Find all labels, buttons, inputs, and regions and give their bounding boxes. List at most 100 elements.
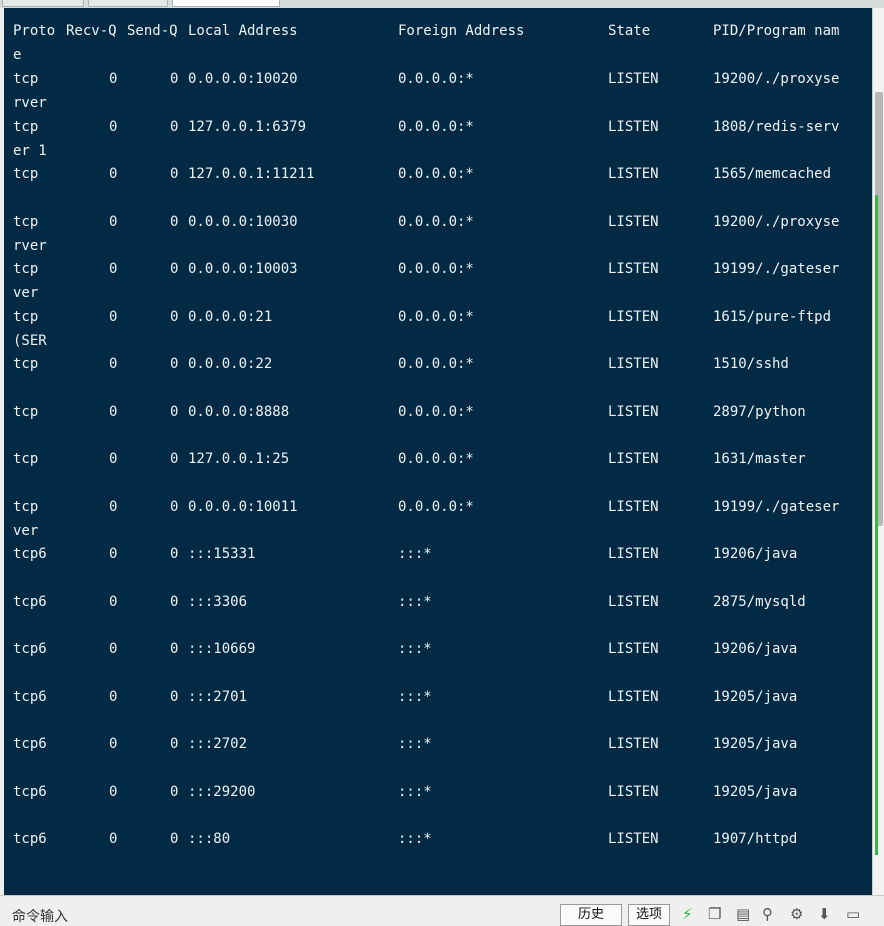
options-button[interactable]: 选项 [628, 904, 670, 926]
cell-local: :::29200 [188, 783, 256, 800]
header-pid: PID/Program nam [713, 23, 840, 39]
cell-foreign: :::* [398, 688, 432, 705]
cell-local: :::10669 [188, 641, 256, 657]
cell-state: LISTEN [608, 783, 659, 800]
cell-sendq: 0 [170, 736, 179, 752]
row-wrap: ver [13, 522, 39, 539]
header-wrap: e [13, 47, 22, 63]
cell-sendq: 0 [170, 546, 179, 562]
cell-foreign: :::* [398, 831, 432, 847]
cell-proto: tcp [13, 71, 39, 87]
cell-recvq: 0 [109, 736, 118, 752]
cell-pid: 19199/./gateser [713, 261, 840, 277]
cell-foreign: 0.0.0.0:* [398, 261, 474, 277]
cell-pid: 2875/mysqld [713, 593, 806, 610]
cell-proto: tcp [13, 308, 39, 325]
cell-proto: tcp [13, 498, 39, 515]
paste-icon[interactable]: ▤ [736, 905, 750, 923]
cell-proto: tcp6 [13, 783, 47, 800]
row-wrap: er 1 [13, 142, 47, 159]
cell-local: 0.0.0.0:10011 [188, 498, 298, 515]
cell-sendq: 0 [170, 451, 179, 467]
cell-state: LISTEN [608, 118, 659, 135]
cell-pid: 19205/java [713, 783, 798, 800]
history-button[interactable]: 历史 [560, 904, 622, 926]
header-local: Local Address [188, 23, 298, 39]
cell-proto: tcp [13, 213, 39, 230]
cell-local: 0.0.0.0:10003 [188, 261, 298, 277]
window-icon[interactable]: ▭ [846, 905, 860, 923]
cell-state: LISTEN [608, 451, 659, 467]
cell-state: LISTEN [608, 166, 659, 182]
copy-icon[interactable]: ❐ [708, 905, 721, 923]
cell-local: 0.0.0.0:8888 [188, 403, 290, 420]
cell-sendq: 0 [170, 71, 179, 87]
cell-state: LISTEN [608, 403, 659, 420]
terminal-output[interactable]: Proto Recv-Q Send-Q Local Address Foreig… [4, 8, 872, 895]
cell-local: 127.0.0.1:25 [188, 451, 290, 467]
scrollbar[interactable] [872, 8, 884, 895]
cell-recvq: 0 [109, 403, 118, 420]
tab-1[interactable] [2, 0, 84, 7]
cell-sendq: 0 [170, 356, 179, 372]
cell-local: :::2702 [188, 736, 248, 752]
cell-recvq: 0 [109, 688, 118, 705]
cell-recvq: 0 [109, 166, 118, 182]
cell-state: LISTEN [608, 261, 659, 277]
row-wrap: (SER [13, 332, 47, 349]
cell-pid: 1907/httpd [713, 831, 798, 847]
cell-pid: 19206/java [713, 546, 798, 562]
cell-pid: 19199/./gateser [713, 498, 840, 515]
command-input-label[interactable]: 命令输入 [12, 906, 68, 926]
tab-2[interactable] [88, 0, 168, 7]
cell-sendq: 0 [170, 783, 179, 800]
cell-state: LISTEN [608, 546, 659, 562]
cell-sendq: 0 [170, 118, 179, 135]
cell-recvq: 0 [109, 451, 118, 467]
cell-foreign: :::* [398, 736, 432, 752]
cell-local: :::3306 [188, 593, 248, 610]
cell-pid: 1631/master [713, 451, 806, 467]
cell-sendq: 0 [170, 688, 179, 705]
cell-recvq: 0 [109, 308, 118, 325]
cell-local: :::2701 [188, 688, 248, 705]
cell-pid: 19200/./proxyse [713, 71, 840, 87]
cell-pid: 2897/python [713, 403, 806, 420]
header-sendq: Send-Q [127, 23, 178, 39]
cell-proto: tcp6 [13, 688, 47, 705]
cell-state: LISTEN [608, 641, 659, 657]
cell-local: :::15331 [188, 546, 256, 562]
cell-sendq: 0 [170, 593, 179, 610]
cell-foreign: 0.0.0.0:* [398, 451, 474, 467]
cell-local: 127.0.0.1:11211 [188, 166, 315, 182]
header-proto: Proto [13, 23, 56, 39]
cell-foreign: :::* [398, 593, 432, 610]
cell-foreign: :::* [398, 641, 432, 657]
cell-foreign: :::* [398, 783, 432, 800]
gear-icon[interactable]: ⚙ [790, 905, 803, 923]
cell-sendq: 0 [170, 498, 179, 515]
cell-sendq: 0 [170, 166, 179, 182]
cell-proto: tcp [13, 356, 39, 372]
cell-proto: tcp [13, 451, 39, 467]
cell-sendq: 0 [170, 308, 179, 325]
cell-recvq: 0 [109, 641, 118, 657]
cell-recvq: 0 [109, 831, 118, 847]
cell-sendq: 0 [170, 641, 179, 657]
cell-recvq: 0 [109, 546, 118, 562]
cell-pid: 1510/sshd [713, 356, 789, 372]
cell-state: LISTEN [608, 213, 659, 230]
cell-local: 0.0.0.0:10030 [188, 213, 298, 230]
row-wrap: rver [13, 237, 47, 254]
cell-proto: tcp6 [13, 831, 47, 847]
cell-proto: tcp [13, 403, 39, 420]
cell-foreign: 0.0.0.0:* [398, 356, 474, 372]
cell-foreign: 0.0.0.0:* [398, 403, 474, 420]
tab-active[interactable] [172, 0, 280, 7]
download-icon[interactable]: ⬇ [818, 905, 831, 923]
cell-recvq: 0 [109, 593, 118, 610]
cell-foreign: 0.0.0.0:* [398, 118, 474, 135]
search-icon[interactable]: ⚲ [762, 905, 773, 923]
lightning-icon[interactable]: ⚡ [682, 905, 693, 923]
cell-pid: 19205/java [713, 736, 798, 752]
